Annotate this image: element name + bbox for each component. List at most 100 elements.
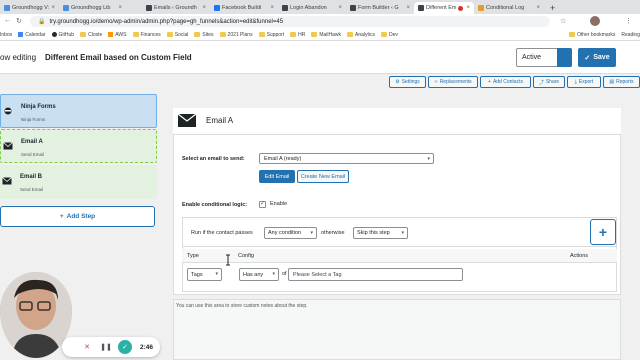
close-icon[interactable]: ×	[118, 5, 122, 11]
step-editor-header	[173, 108, 621, 135]
bookmarks-bar: Inbox Calendar GitHub Closte AWS Finance…	[0, 29, 640, 41]
folder-icon	[219, 32, 226, 37]
step-email-a[interactable]: Email A Send Email	[0, 129, 157, 163]
condition-type-select[interactable]: Tags ▾	[187, 268, 222, 281]
folder-icon	[166, 32, 173, 37]
tab-favicon-icon	[214, 5, 220, 11]
save-button[interactable]: ✓ Save	[578, 48, 616, 67]
tag-select-input[interactable]: Please Select a Tag	[288, 268, 463, 281]
add-step-button[interactable]: + Add Step	[0, 206, 155, 227]
bookmark-item[interactable]: Inbox	[0, 32, 12, 38]
bookmark-folder[interactable]: Support	[258, 32, 284, 38]
back-icon[interactable]: ←	[4, 17, 11, 24]
browser-tab[interactable]: Groundhogg Lib ×	[59, 2, 126, 14]
recording-timer: 2:46	[140, 344, 154, 351]
reading-list[interactable]: Reading	[621, 32, 640, 38]
tab-favicon-icon	[418, 5, 424, 11]
page-title-prefix: ow editing	[0, 53, 37, 62]
reload-icon[interactable]: ↻	[16, 17, 22, 25]
browser-tab[interactable]: Login Abandon ×	[278, 2, 346, 14]
browser-tab[interactable]: Form Builder ‹ G ×	[346, 2, 414, 14]
close-icon[interactable]: ×	[338, 5, 342, 11]
pause-icon[interactable]: ❚❚	[99, 340, 113, 354]
funnel-toolbar: ⚙ Settings ‹› Replacements + Add Contacts ⤴…	[0, 74, 640, 90]
otherwise-action-select[interactable]: Skip this step ▾	[353, 227, 408, 239]
bookmark-folder[interactable]: Social	[166, 32, 188, 38]
other-bookmarks[interactable]: Other bookmarks	[569, 32, 615, 38]
enable-conditional-checkbox[interactable]: ✓	[259, 201, 266, 208]
chevron-down-icon: ▾	[272, 271, 275, 277]
close-icon[interactable]: ×	[202, 5, 206, 11]
of-label: of	[282, 271, 287, 277]
tab-favicon-icon	[4, 5, 10, 11]
folder-icon	[381, 32, 388, 37]
browser-tab-active[interactable]: Different Em ×	[414, 2, 474, 14]
close-icon[interactable]: ×	[406, 5, 410, 11]
chevron-down-icon: ▾	[401, 230, 404, 236]
browser-tab[interactable]: Groundhogg V: ×	[0, 2, 59, 14]
bookmark-folder[interactable]: Sites	[194, 32, 214, 38]
browser-tab[interactable]: Facebook Buildi ×	[210, 2, 278, 14]
conditional-logic-label: Enable conditional logic:	[182, 202, 248, 208]
bookmark-folder[interactable]: Analytics	[347, 32, 375, 38]
new-tab-button[interactable]: +	[546, 2, 560, 14]
star-icon[interactable]: ☆	[560, 17, 566, 25]
close-icon[interactable]: ×	[270, 5, 274, 11]
funnel-title[interactable]: Different Email based on Custom Field	[45, 53, 192, 62]
column-config: Config	[238, 253, 254, 259]
enable-label: Enable	[270, 201, 288, 207]
close-icon[interactable]: ×	[466, 5, 470, 11]
close-icon[interactable]: ×	[536, 5, 540, 11]
edit-email-button[interactable]: Edit Email	[259, 170, 295, 183]
plus-icon: +	[598, 224, 608, 240]
run-if-label: Run if the contact passes	[191, 230, 253, 236]
bookmark-folder[interactable]: Finances	[132, 32, 161, 38]
replacements-button[interactable]: ‹› Replacements	[428, 76, 478, 88]
share-icon: ⤴	[538, 79, 544, 86]
finish-recording-button[interactable]: ✓	[118, 340, 132, 354]
envelope-icon	[177, 113, 197, 127]
close-icon[interactable]: ×	[51, 5, 55, 11]
gear-icon: ⚙	[395, 79, 400, 85]
code-icon: ‹›	[434, 79, 438, 85]
bookmark-item[interactable]: GitHub	[51, 32, 74, 38]
bookmark-item[interactable]: Closte	[80, 32, 102, 38]
text-cursor-icon	[226, 254, 230, 266]
folder-icon	[569, 32, 575, 37]
bookmark-folder[interactable]: 2021 Plans	[219, 32, 253, 38]
step-email-b[interactable]: Email B Send Email	[0, 165, 157, 199]
add-contacts-button[interactable]: + Add Contacts	[480, 76, 531, 88]
browser-tab[interactable]: Emails ‹ Groundh ×	[142, 2, 210, 14]
bookmark-item[interactable]: Calendar	[18, 32, 46, 38]
aws-icon	[108, 32, 114, 37]
browser-tab[interactable]: Conditional Log ×	[474, 2, 544, 14]
export-button[interactable]: ⤓ Export	[567, 76, 601, 88]
bookmark-folder[interactable]: Dev	[381, 32, 398, 38]
bookmark-item[interactable]: AWS	[108, 32, 127, 38]
bookmark-folder[interactable]: HR	[290, 32, 305, 38]
delete-recording-icon[interactable]: ✕	[80, 340, 94, 354]
bookmark-folder[interactable]: MailHawk	[311, 32, 341, 38]
calendar-icon	[18, 32, 24, 37]
otherwise-label: otherwise	[321, 230, 345, 236]
condition-operator-select[interactable]: Has any ▾	[239, 268, 279, 281]
menu-icon[interactable]: ⋮	[625, 17, 632, 25]
share-button[interactable]: ⤴ Share	[533, 76, 565, 88]
reports-button[interactable]: ▤ Reports	[603, 76, 640, 88]
step-ninja-forms[interactable]: Ninja Forms Ninja Forms	[0, 94, 157, 128]
condition-mode-select[interactable]: Any condition ▾	[264, 227, 317, 239]
tab-favicon-icon	[478, 5, 484, 11]
github-icon	[51, 32, 57, 37]
email-select[interactable]: Email A (ready) ▾	[259, 153, 434, 164]
create-email-button[interactable]: Create New Email	[297, 170, 349, 183]
folder-icon	[132, 32, 139, 37]
settings-button[interactable]: ⚙ Settings	[389, 76, 426, 88]
status-toggle[interactable]	[557, 48, 572, 67]
chart-icon: ▤	[609, 79, 615, 85]
select-email-label: Select an email to send:	[182, 156, 245, 162]
plus-icon: +	[59, 213, 64, 220]
profile-avatar-icon[interactable]	[590, 16, 600, 26]
url-input[interactable]: 🔒 try.groundhogg.io/demo/wp-admin/admin.…	[30, 16, 550, 27]
tab-favicon-icon	[146, 5, 152, 11]
add-condition-button[interactable]: +	[590, 219, 616, 245]
